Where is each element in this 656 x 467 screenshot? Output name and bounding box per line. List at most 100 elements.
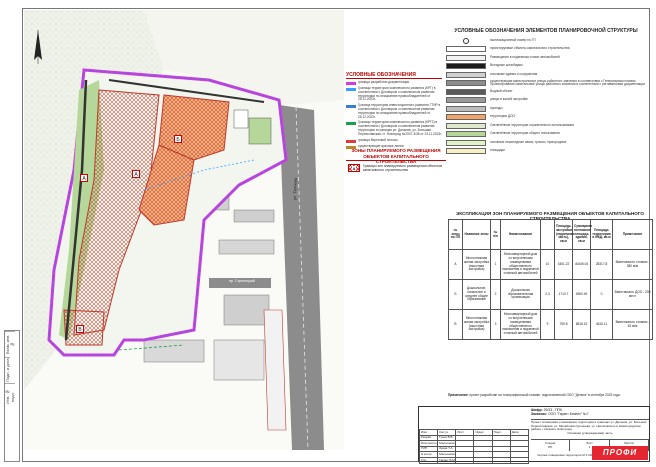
table-header: Примечание bbox=[612, 219, 653, 250]
table-cell: 4960.49 bbox=[572, 279, 591, 310]
site-plan-svg bbox=[24, 10, 344, 450]
table-cell: 4451.22 bbox=[554, 249, 573, 280]
stage-col: Стадия ПП bbox=[531, 440, 571, 451]
legend-planning-item: проезды bbox=[446, 105, 646, 113]
building bbox=[218, 239, 275, 255]
legend-boundary-item: Границы территории комплексного развития… bbox=[346, 120, 442, 136]
signature-cell bbox=[473, 457, 493, 464]
playground bbox=[248, 117, 272, 145]
table-cell: 1710.7 bbox=[554, 279, 573, 310]
drawing-name: Чертеж планировки территории М 1:1000 bbox=[537, 453, 595, 457]
legend-swatch bbox=[346, 122, 356, 126]
legend-planning-item: сносимые здания и сооружения bbox=[446, 71, 646, 79]
legend-boundaries: УСЛОВНЫЕ ОБОЗНАЧЕНИЯ граница разработки … bbox=[346, 72, 442, 151]
legend-boundary-item: граница разработки документации bbox=[346, 80, 442, 85]
legend-swatch bbox=[346, 88, 356, 91]
legend-swatch bbox=[446, 148, 486, 155]
signature-cell: Гарант Б.М. bbox=[437, 457, 457, 464]
table-header: Площадь территории в МКД, кв.м bbox=[590, 219, 613, 250]
legend-planning-structure: УСЛОВНЫЕ ОБОЗНАЧЕНИЯ ЭЛЕМЕНТОВ ПЛАНИРОВО… bbox=[446, 28, 646, 156]
legend-planning-title: УСЛОВНЫЕ ОБОЗНАЧЕНИЯ ЭЛЕМЕНТОВ ПЛАНИРОВО… bbox=[454, 28, 638, 34]
legend-swatch bbox=[446, 139, 486, 146]
label-zone-a2: А bbox=[80, 174, 88, 182]
legend-swatch bbox=[346, 105, 356, 109]
label-street-mid: пр. Стрелецкий bbox=[229, 279, 255, 283]
building bbox=[233, 109, 249, 129]
strip-cell: Взам. инв. № bbox=[5, 331, 15, 357]
table-header-row: № зоны по ПП Название зоны № п/п Наимено… bbox=[448, 219, 653, 250]
building bbox=[143, 339, 205, 363]
table-cell: 759.8 bbox=[554, 309, 573, 340]
legend-planning-item: основные пешеходные связи, трассы, приго… bbox=[446, 139, 646, 147]
legend-swatch bbox=[446, 97, 486, 104]
legend-planning-item: Въездные шлагбаумы bbox=[446, 63, 646, 71]
table-row: Б Дошкольное, начальное и среднее общее о… bbox=[448, 279, 653, 310]
table-cell: 10 bbox=[540, 249, 555, 280]
part-name: Основная (утверждаемая) часть bbox=[567, 431, 613, 435]
legend-planning-item: Озеленённые территории ограниченного исп… bbox=[446, 122, 646, 130]
table-cell: 40445.04 bbox=[572, 249, 591, 280]
legend-planning-item: экспликационный номер по ГП bbox=[446, 37, 646, 45]
zone-marker: А bbox=[351, 165, 357, 171]
legend-planning-item: улицы в жилой застройке bbox=[446, 97, 646, 105]
legend-boundary-item: Граница территории инвестиционного разви… bbox=[346, 103, 442, 119]
table-header: № п/п bbox=[490, 219, 501, 250]
legend-boundary-item: Границы территории комплексного развития… bbox=[346, 86, 442, 102]
table-cell: 0 bbox=[590, 279, 613, 310]
signature-table: Изм. Кол.уч Лист №док Подп. Дата Разраб. Гусев … bbox=[418, 429, 530, 464]
table-cell: Многоквартирный дом со встроенными помещ… bbox=[500, 309, 541, 340]
building bbox=[223, 294, 270, 326]
table-header: Площадь застройки (надземная часть), кв.… bbox=[554, 219, 574, 250]
building bbox=[233, 209, 275, 223]
legend-item-text: граница разработки документации bbox=[358, 80, 410, 84]
building bbox=[213, 339, 265, 381]
zone-v bbox=[63, 309, 105, 346]
legend-planning-item: существующие магистральные улицы районно… bbox=[446, 79, 646, 88]
table-cell: Многоэтажная жилая застройка (высотная з… bbox=[462, 249, 491, 280]
shore-zone bbox=[263, 309, 287, 431]
legend-planning-item: площадки bbox=[446, 148, 646, 156]
legend-item-text: Граница территории инвестиционного разви… bbox=[358, 103, 441, 119]
table-cell: Дошкольная образовательная организация bbox=[500, 279, 541, 310]
legend-planning-item: проектируемые объекты капитального строи… bbox=[446, 46, 646, 54]
label-zone-v: В bbox=[76, 325, 84, 333]
legend-item-text: проезды bbox=[490, 105, 503, 110]
legend-item-text: территория ДОО bbox=[490, 114, 516, 119]
table-cell: Дошкольное, начальное и среднее общее об… bbox=[462, 279, 491, 310]
table-cell: 3 bbox=[490, 309, 501, 340]
legend-item-text: проектируемые объекты капитального строи… bbox=[490, 46, 570, 51]
table-cell: 6818.19 bbox=[572, 309, 591, 340]
legend-swatch bbox=[446, 37, 486, 44]
zone-legend: А Границы зон планируемого размещения об… bbox=[348, 164, 443, 172]
legend-item-text: Границы территории комплексного развития… bbox=[358, 120, 442, 136]
legend-planning-item: Размещение в подземном стояке автомобиле… bbox=[446, 54, 646, 62]
table-header: № зоны по ПП bbox=[448, 219, 463, 250]
legend-swatch bbox=[346, 139, 356, 143]
legend-swatch bbox=[446, 122, 486, 129]
legend-swatch bbox=[446, 71, 486, 78]
legend-planning-item: территория ДОО bbox=[446, 114, 646, 122]
table-header bbox=[540, 219, 555, 250]
table-cell: 28317.8 bbox=[590, 249, 613, 280]
north-arrow-icon bbox=[34, 30, 42, 64]
site-plan-map[interactable]: А А Б В ул. Тютчева пр. Стрелецкий bbox=[24, 10, 344, 450]
stage-value: ПП bbox=[548, 445, 553, 449]
legend-swatch bbox=[446, 63, 486, 70]
legend-swatch bbox=[446, 80, 486, 87]
table-header: Суммарная поэтажная площадь здания, кв.м bbox=[572, 219, 592, 250]
legend-swatch bbox=[446, 114, 486, 121]
legend-item-text: Озеленённые территории общего пользовани… bbox=[490, 131, 560, 136]
label-street-right: ул. Тютчева bbox=[292, 177, 298, 201]
explication-table: № зоны по ПП Название зоны № п/п Наимено… bbox=[448, 219, 653, 340]
sheets-label: Листов bbox=[623, 441, 634, 445]
legend-item-text: площадки bbox=[490, 148, 505, 153]
table-cell: Многоэтажная жилая застройка (высотная з… bbox=[462, 309, 491, 340]
signature-cell: Утв. bbox=[418, 457, 439, 464]
legend-item-text: граница береговой полосы bbox=[358, 137, 398, 142]
table-cell: Многоквартирный дом со встроенными помещ… bbox=[500, 249, 541, 280]
signature-cell bbox=[491, 457, 511, 464]
table-header: Наименование bbox=[500, 219, 541, 250]
table-row: В Многоэтажная жилая застройка (высотная … bbox=[448, 309, 653, 340]
signature-cell bbox=[455, 457, 475, 464]
legend-boundary-item: граница береговой полосы bbox=[346, 137, 442, 143]
